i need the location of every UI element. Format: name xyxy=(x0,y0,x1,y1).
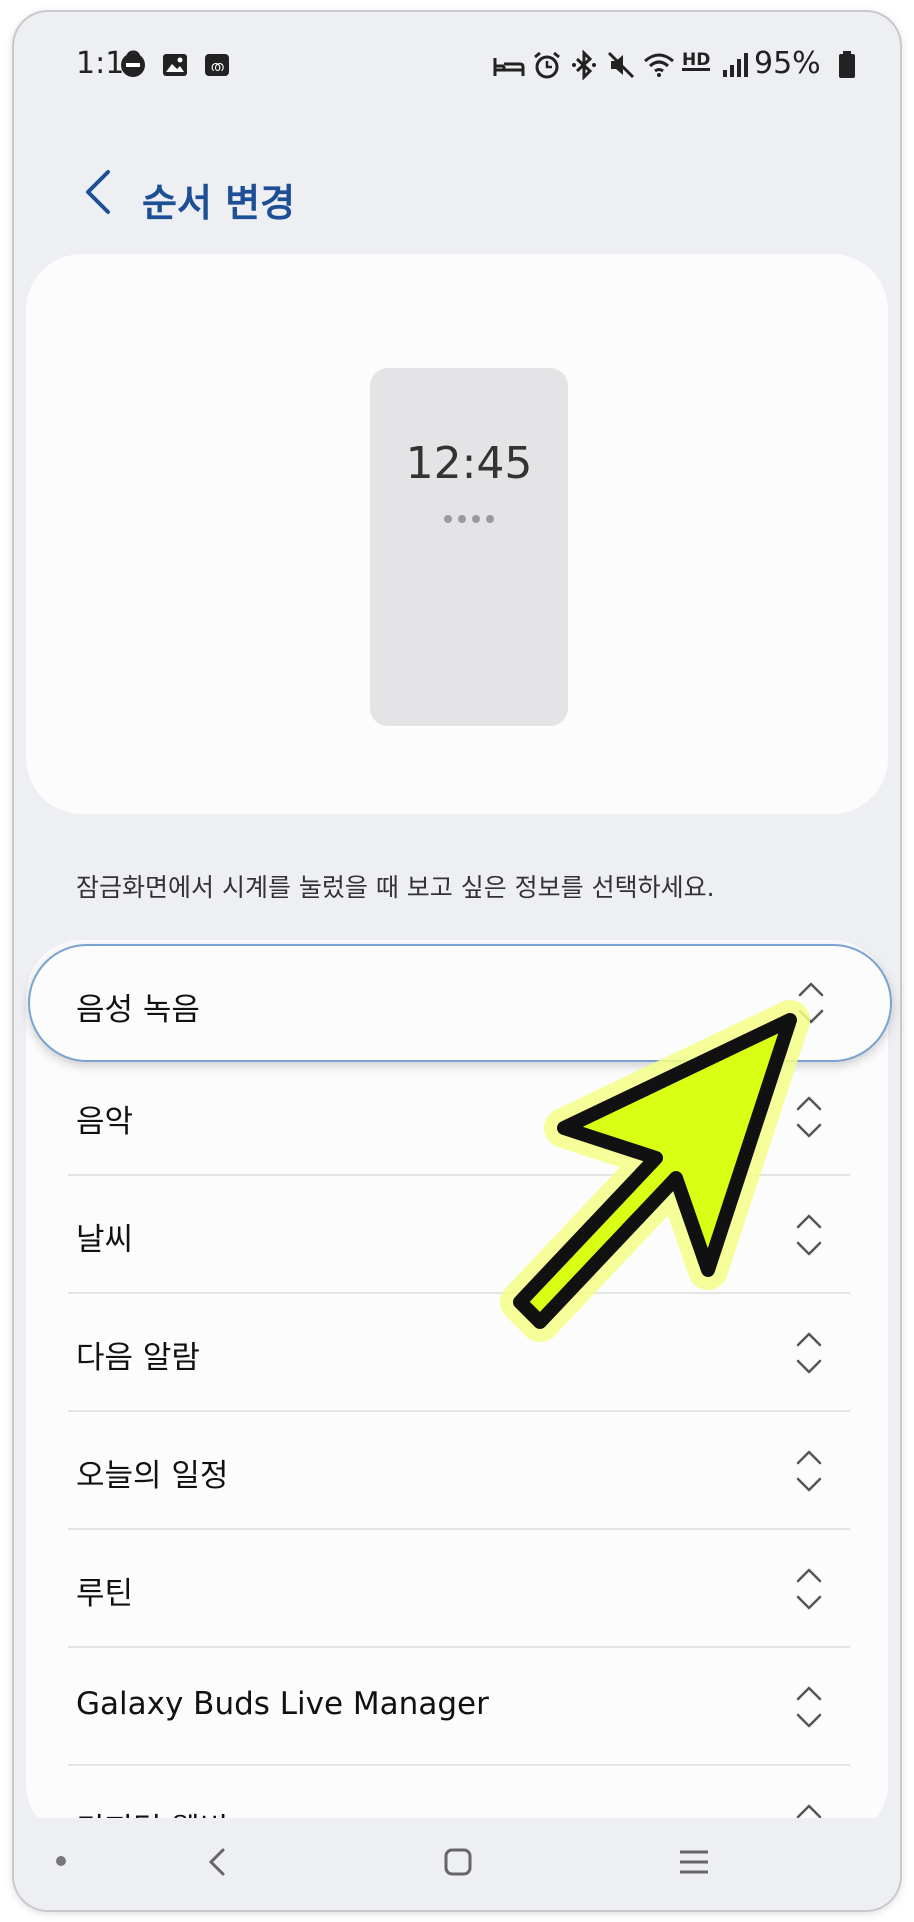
signal-icon xyxy=(723,53,748,77)
dnd-icon xyxy=(121,53,145,77)
alarm-icon xyxy=(534,51,560,79)
reorder-handle-icon[interactable] xyxy=(792,1564,826,1614)
preview-page-dots xyxy=(370,508,568,527)
nav-indicator-dot xyxy=(56,1856,66,1866)
list-item[interactable]: Galaxy Buds Live Manager xyxy=(26,1648,888,1766)
reorder-handle-icon[interactable] xyxy=(792,1446,826,1496)
battery-percent: 95% xyxy=(754,46,821,81)
battery-icon xyxy=(839,51,855,78)
description-text: 잠금화면에서 시계를 눌렀을 때 보고 싶은 정보를 선택하세요. xyxy=(76,873,715,902)
navigation-bar xyxy=(14,1818,900,1910)
list-item-label: 음악 xyxy=(76,1104,134,1140)
lockscreen-preview: 12:45 xyxy=(370,368,568,726)
app-notification-icon: ത xyxy=(205,54,229,76)
wifi-icon xyxy=(644,53,674,77)
list-item-label: Galaxy Buds Live Manager xyxy=(76,1686,489,1722)
back-arrow-icon[interactable] xyxy=(74,162,124,222)
hd-voice-icon: HD xyxy=(680,50,714,80)
bluetooth-icon xyxy=(572,50,596,80)
sleep-icon xyxy=(493,58,525,76)
svg-text:ത: ത xyxy=(210,59,224,75)
list-item-label: 루틴 xyxy=(76,1576,134,1612)
list-item[interactable]: 루틴 xyxy=(26,1530,888,1648)
hd-voice-label: HD xyxy=(682,50,711,70)
reorder-handle-icon[interactable] xyxy=(792,1682,826,1732)
list-item-label: 음성 녹음 xyxy=(76,992,200,1028)
list-item-label: 다음 알람 xyxy=(76,1340,200,1376)
mute-icon xyxy=(607,51,635,79)
list-item[interactable]: 오늘의 일정 xyxy=(26,1412,888,1530)
preview-clock: 12:45 xyxy=(405,438,533,489)
phone-screen: 1:19 ത HD 95% 순서 변경 12:45 잠금화면에서 시계를 눌렀을… xyxy=(14,12,900,1910)
nav-back-icon[interactable] xyxy=(198,1842,238,1882)
annotation-arrow xyxy=(500,1000,810,1342)
nav-recents-icon[interactable] xyxy=(674,1842,714,1882)
status-bar: 1:19 ത HD 95% xyxy=(14,12,900,112)
list-item-label: 오늘의 일정 xyxy=(76,1458,229,1494)
page-title: 순서 변경 xyxy=(142,181,296,225)
gallery-icon xyxy=(163,54,187,76)
nav-home-icon[interactable] xyxy=(438,1842,478,1882)
lockscreen-preview-card: 12:45 xyxy=(26,254,888,814)
list-item-label: 날씨 xyxy=(76,1222,134,1258)
